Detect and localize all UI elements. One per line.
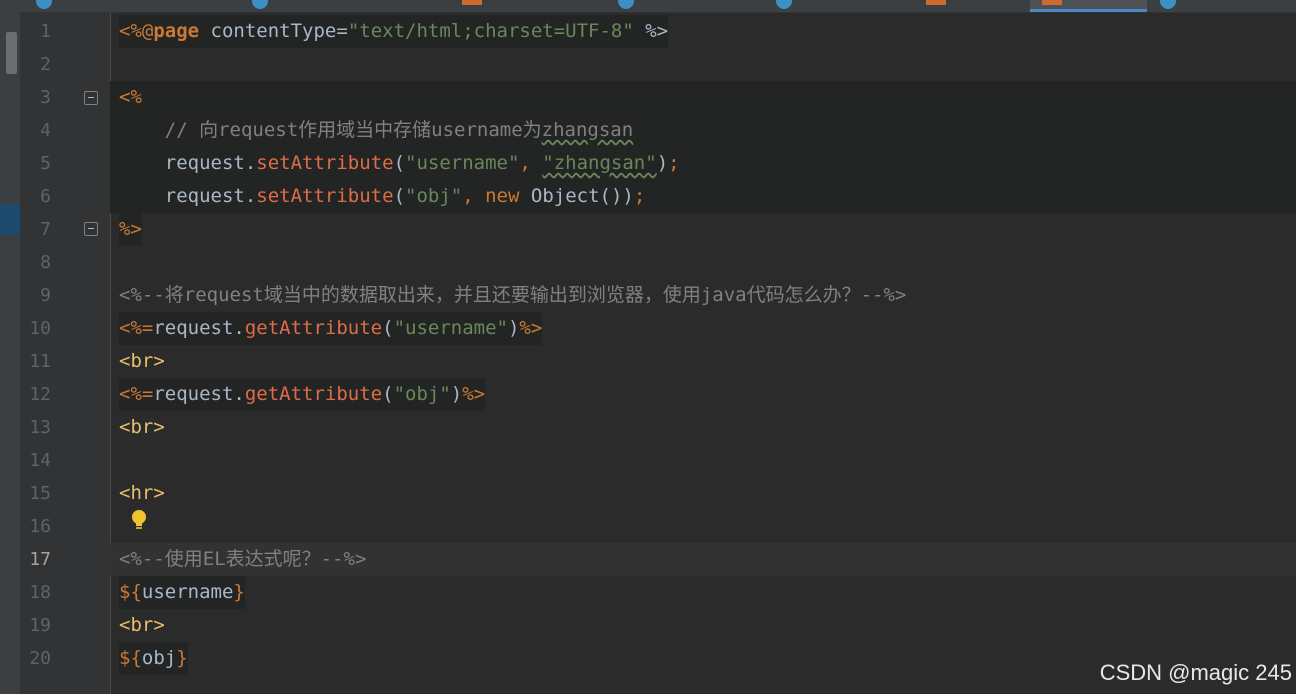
code-line[interactable]: 16 xyxy=(20,510,1296,543)
code-line[interactable]: 19 <br> xyxy=(20,609,1296,642)
active-tab-indicator xyxy=(1030,9,1147,12)
code-line[interactable]: 14 xyxy=(20,444,1296,477)
line-number: 18 xyxy=(29,582,51,603)
line-number: 7 xyxy=(40,219,51,240)
line-number: 13 xyxy=(29,417,51,438)
line-number: 1 xyxy=(40,21,51,42)
editor-tab-bar xyxy=(0,0,1296,13)
code-text: request.setAttribute("obj", new Object()… xyxy=(119,185,646,207)
line-number: 19 xyxy=(29,615,51,636)
code-line[interactable]: 13 <br> xyxy=(20,411,1296,444)
line-number: 9 xyxy=(40,285,51,306)
line-number: 5 xyxy=(40,153,51,174)
line-number: 8 xyxy=(40,252,51,273)
jsp-file-icon[interactable] xyxy=(926,0,946,5)
code-line[interactable]: 9 <%--将request域当中的数据取出来，并且还要输出到浏览器，使用java… xyxy=(20,279,1296,312)
fold-collapse-icon[interactable] xyxy=(84,91,98,105)
code-line[interactable]: 2 xyxy=(20,48,1296,81)
line-number: 17 xyxy=(29,549,51,570)
jsp-file-icon[interactable] xyxy=(1042,0,1062,5)
line-number: 6 xyxy=(40,186,51,207)
code-line[interactable]: 1 <%@page contentType="text/html;charset=… xyxy=(20,15,1296,48)
code-text: <%=request.getAttribute("username")%> xyxy=(119,312,543,345)
java-class-icon[interactable] xyxy=(36,0,52,9)
code-line[interactable]: 7 %> xyxy=(20,213,1296,246)
line-number: 11 xyxy=(29,351,51,372)
jsp-file-icon[interactable] xyxy=(462,0,482,5)
code-text: ${obj} xyxy=(119,642,188,675)
code-line[interactable]: 10 <%=request.getAttribute("username")%> xyxy=(20,312,1296,345)
java-class-icon[interactable] xyxy=(1160,0,1176,9)
code-text: <%--将request域当中的数据取出来，并且还要输出到浏览器，使用java代… xyxy=(119,284,907,306)
code-line[interactable]: 8 xyxy=(20,246,1296,279)
code-text: <% xyxy=(119,86,142,108)
line-number: 15 xyxy=(29,483,51,504)
line-number: 16 xyxy=(29,516,51,537)
code-line[interactable]: 4 // 向request作用域当中存储username为zhangsan xyxy=(40,114,1296,147)
code-text: <%@page contentType="text/html;charset=U… xyxy=(119,15,669,48)
line-number: 20 xyxy=(29,648,51,669)
lightbulb-icon[interactable] xyxy=(131,510,147,532)
watermark: CSDN @magic 245 xyxy=(1099,660,1292,685)
code-text: %> xyxy=(119,213,142,246)
bookmark-marker[interactable] xyxy=(0,204,20,235)
code-text: <hr> xyxy=(119,482,165,504)
code-line[interactable]: 17 <%--使用EL表达式呢？--%> xyxy=(29,543,1296,576)
scroll-handle[interactable] xyxy=(6,32,17,74)
code-line[interactable]: 12 <%=request.getAttribute("obj")%> xyxy=(20,378,1296,411)
code-line[interactable]: 6 request.setAttribute("obj", new Object… xyxy=(40,180,1296,213)
line-number: 14 xyxy=(29,450,51,471)
code-line[interactable]: 5 request.setAttribute("username", "zhan… xyxy=(40,147,1296,180)
code-text: ${username} xyxy=(119,576,245,609)
fold-end-icon[interactable] xyxy=(84,222,98,236)
java-class-icon[interactable] xyxy=(618,0,634,9)
code-text: // 向request作用域当中存储username为zhangsan xyxy=(164,119,634,141)
line-number: 10 xyxy=(29,318,51,339)
code-text: <%=request.getAttribute("obj")%> xyxy=(119,378,486,411)
code-text: <%--使用EL表达式呢？--%> xyxy=(119,548,367,570)
code-text: <br> xyxy=(119,614,165,636)
java-class-icon[interactable] xyxy=(776,0,792,9)
code-line[interactable]: 18 ${username} xyxy=(20,576,1296,609)
code-text: <br> xyxy=(119,350,165,372)
code-line[interactable]: 11 <br> xyxy=(20,345,1296,378)
tool-window-strip xyxy=(0,12,20,694)
line-number: 4 xyxy=(40,120,51,141)
code-line[interactable]: 3 <% xyxy=(40,81,1296,114)
code-text: request.setAttribute("username", "zhangs… xyxy=(119,152,680,174)
code-text: <br> xyxy=(119,416,165,438)
line-number: 2 xyxy=(40,54,51,75)
code-line[interactable]: 15 <hr> xyxy=(20,477,1296,510)
java-class-icon[interactable] xyxy=(252,0,268,9)
line-number: 12 xyxy=(29,384,51,405)
line-number: 3 xyxy=(40,87,51,108)
